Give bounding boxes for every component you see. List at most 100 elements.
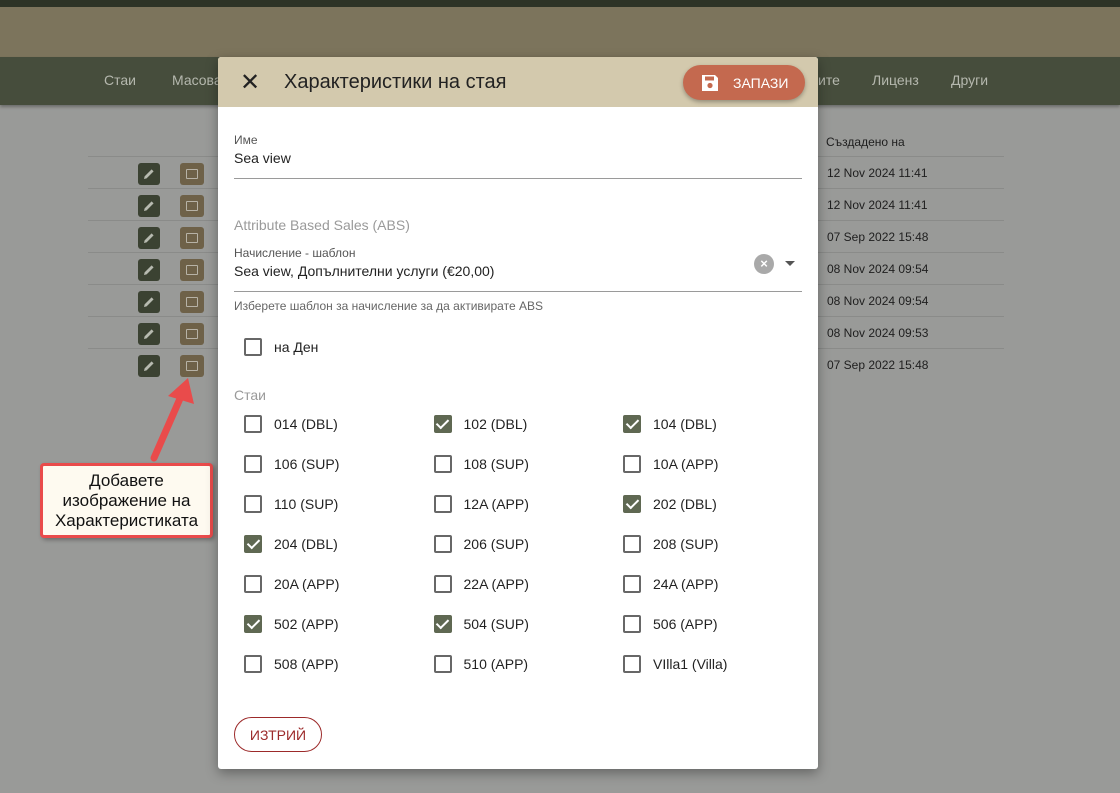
room-checkbox[interactable]: 102 (DBL) [433, 415, 528, 433]
room-checkbox-box[interactable] [433, 455, 452, 473]
clear-icon[interactable]: × [754, 254, 774, 274]
edit-icon[interactable] [138, 291, 160, 313]
room-checkbox[interactable]: 110 (SUP) [244, 495, 338, 513]
created-column-header: Създадено на [826, 135, 905, 149]
room-checkbox[interactable]: 208 (SUP) [623, 535, 718, 553]
room-checkbox[interactable]: 508 (APP) [244, 655, 339, 673]
room-checkbox[interactable]: 20A (APP) [244, 575, 339, 593]
room-checkbox-box[interactable] [433, 615, 452, 633]
room-checkbox[interactable]: 506 (APP) [623, 615, 718, 633]
edit-icon[interactable] [138, 259, 160, 281]
charge-template-select[interactable]: Sea view, Допълнителни услуги (€20,00) [234, 263, 494, 279]
app-header [0, 7, 1120, 57]
room-checkbox[interactable]: 108 (SUP) [433, 455, 529, 473]
room-checkbox-label: 22A (APP) [463, 576, 529, 592]
per-day-checkbox-box[interactable] [244, 338, 262, 356]
room-checkbox-label: 106 (SUP) [274, 456, 340, 472]
room-checkbox[interactable]: 206 (SUP) [433, 535, 529, 553]
room-checkbox-label: 506 (APP) [653, 616, 718, 632]
nav-item-partial[interactable]: ите [818, 72, 840, 88]
image-icon[interactable] [180, 163, 204, 185]
room-checkbox-label: 24A (APP) [653, 576, 719, 592]
name-underline [234, 178, 802, 179]
room-checkbox-box[interactable] [244, 415, 262, 433]
room-checkbox[interactable]: 104 (DBL) [623, 415, 717, 433]
room-checkbox-label: 510 (APP) [463, 656, 529, 672]
room-checkbox[interactable]: 12A (APP) [433, 495, 529, 513]
room-checkbox-box[interactable] [433, 655, 452, 673]
nav-item-bulk[interactable]: Масова [172, 72, 222, 88]
room-checkbox-box[interactable] [244, 575, 262, 593]
dialog-title: Характеристики на стая [284, 71, 507, 93]
room-checkbox-box[interactable] [244, 535, 262, 553]
room-checkbox[interactable]: 22A (APP) [433, 575, 529, 593]
delete-button[interactable]: ИЗТРИЙ [234, 717, 322, 752]
room-checkbox[interactable]: 106 (SUP) [244, 455, 339, 473]
room-checkbox-box[interactable] [433, 575, 452, 593]
charge-template-label: Начисление - шаблон [234, 246, 356, 260]
created-date: 08 Nov 2024 09:54 [827, 294, 929, 308]
room-checkbox-box[interactable] [623, 415, 641, 433]
room-checkbox-box[interactable] [244, 495, 262, 513]
edit-icon[interactable] [138, 227, 160, 249]
charge-template-hint: Изберете шаблон за начисление за да акти… [234, 299, 543, 313]
created-date: 08 Nov 2024 09:53 [827, 326, 929, 340]
created-date: 12 Nov 2024 11:41 [827, 166, 928, 180]
room-checkbox-box[interactable] [433, 495, 452, 513]
room-checkbox-label: 504 (SUP) [463, 616, 529, 632]
name-input[interactable]: Sea view [234, 150, 291, 166]
room-checkbox-label: 10A (APP) [653, 456, 719, 472]
name-label: Име [234, 133, 258, 147]
room-checkbox-label: 202 (DBL) [653, 496, 717, 512]
room-checkbox[interactable]: VIlla1 (Villa) [623, 655, 727, 673]
image-icon[interactable] [180, 323, 204, 345]
room-attribute-dialog: ✕ Характеристики на стая ЗАПАЗИ Име Sea … [218, 57, 818, 769]
room-checkbox-box[interactable] [623, 615, 641, 633]
room-checkbox-box[interactable] [433, 415, 452, 433]
room-checkbox-box[interactable] [623, 495, 641, 513]
nav-item-license[interactable]: Лиценз [872, 72, 919, 88]
room-checkbox-label: 108 (SUP) [463, 456, 529, 472]
room-checkbox-label: 20A (APP) [274, 576, 340, 592]
room-checkbox[interactable]: 204 (DBL) [244, 535, 338, 553]
edit-icon[interactable] [138, 195, 160, 217]
image-icon[interactable] [180, 291, 204, 313]
edit-icon[interactable] [138, 355, 160, 377]
room-checkbox[interactable]: 10A (APP) [623, 455, 718, 473]
save-button-label: ЗАПАЗИ [733, 74, 789, 91]
save-button[interactable]: ЗАПАЗИ [683, 65, 805, 100]
room-checkbox[interactable]: 510 (APP) [433, 655, 529, 673]
room-checkbox-box[interactable] [244, 455, 262, 473]
room-checkbox-box[interactable] [623, 535, 641, 553]
room-checkbox-box[interactable] [244, 615, 262, 633]
room-checkbox-box[interactable] [433, 535, 452, 553]
image-icon[interactable] [180, 355, 204, 377]
room-checkbox[interactable]: 504 (SUP) [433, 615, 529, 633]
image-icon[interactable] [180, 227, 204, 249]
created-date: 07 Sep 2022 15:48 [827, 358, 929, 372]
room-checkbox-label: 12A (APP) [463, 496, 529, 512]
room-checkbox[interactable]: 202 (DBL) [623, 495, 717, 513]
chevron-down-icon[interactable] [785, 261, 795, 266]
nav-item-other[interactable]: Други [951, 72, 988, 88]
room-checkbox[interactable]: 24A (APP) [623, 575, 718, 593]
nav-item-rooms[interactable]: Стаи [104, 72, 136, 88]
room-checkbox-label: 206 (SUP) [463, 536, 529, 552]
annotation-arrow [150, 378, 194, 462]
edit-icon[interactable] [138, 323, 160, 345]
per-day-checkbox[interactable]: на Ден [244, 338, 318, 356]
room-checkbox-box[interactable] [623, 575, 641, 593]
room-checkbox[interactable]: 014 (DBL) [244, 415, 338, 433]
room-checkbox-box[interactable] [244, 655, 262, 673]
close-icon[interactable]: ✕ [238, 69, 262, 96]
image-icon[interactable] [180, 259, 204, 281]
room-checkbox-label: 014 (DBL) [274, 416, 338, 432]
room-checkbox[interactable]: 502 (APP) [244, 615, 339, 633]
room-checkbox-label: 208 (SUP) [653, 536, 719, 552]
abs-section-title: Attribute Based Sales (ABS) [234, 217, 410, 233]
room-checkbox-box[interactable] [623, 455, 641, 473]
edit-icon[interactable] [138, 163, 160, 185]
room-checkbox-label: 102 (DBL) [463, 416, 528, 432]
image-icon[interactable] [180, 195, 204, 217]
room-checkbox-box[interactable] [623, 655, 641, 673]
